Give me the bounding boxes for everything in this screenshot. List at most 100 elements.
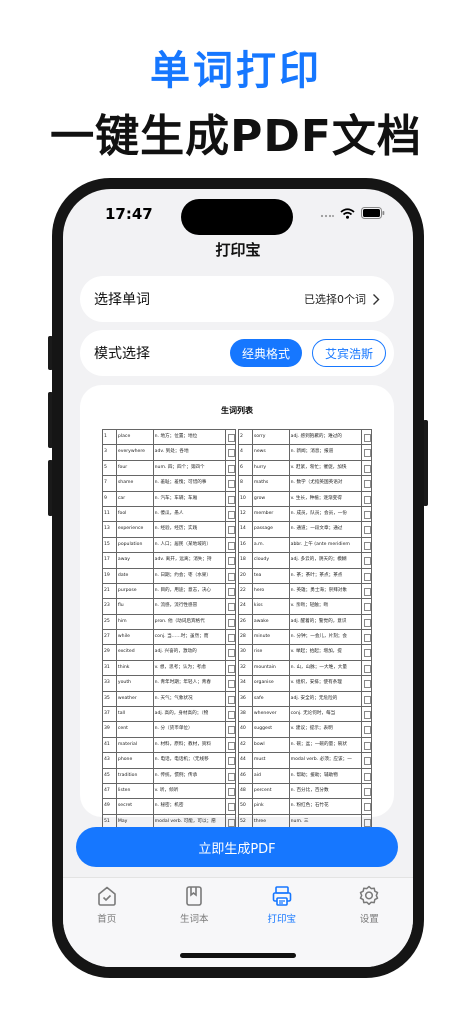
word-number: 41: [103, 737, 117, 753]
word-definition: n. 流感，流行性感冒: [154, 599, 227, 614]
preview-title: 生词列表: [221, 406, 253, 415]
word-checkbox: [362, 430, 372, 445]
select-words-row[interactable]: 选择单词 已选择0个词: [80, 276, 394, 322]
tab-wordbook-label: 生词本: [179, 914, 209, 925]
status-icons: [320, 207, 385, 219]
tab-settings-label: 设置: [359, 914, 379, 925]
word-number: 28: [239, 630, 253, 645]
word-checkbox: [226, 707, 236, 722]
word-row: 46 aid n. 帮助；援助；辅助物: [239, 768, 372, 784]
word-checkbox: [226, 676, 236, 691]
word-number: 4: [239, 445, 253, 460]
tab-print-label: 打印宝: [267, 914, 296, 925]
word-number: 15: [103, 537, 117, 553]
word-checkbox: [362, 676, 372, 691]
word-row: 40 suggest v. 建议；提示；表明: [239, 722, 372, 738]
word-text: must: [253, 753, 290, 768]
word-checkbox: [362, 491, 372, 506]
word-row: 15 population n. 人口；居民（某地域的）: [103, 537, 236, 554]
hero-title: 单词打印: [150, 48, 322, 94]
word-checkbox: [226, 460, 236, 476]
word-number: 47: [103, 783, 117, 799]
word-table-left: 1 place n. 地方；位置；地位 3 everywhere adv. 到处；各地 5 f…: [102, 429, 236, 831]
word-text: tall: [117, 707, 154, 722]
word-definition: v. 举起；抬起；增加，提: [290, 645, 363, 660]
word-text: grow: [253, 491, 290, 506]
word-definition: n. 新闻；消息；报道: [290, 445, 363, 460]
word-definition: n. 秘密；机密: [154, 799, 227, 814]
word-number: 26: [239, 614, 253, 630]
word-text: material: [117, 737, 154, 753]
word-definition: pron. 他（动词后宾格代: [154, 614, 227, 630]
wifi-icon: [340, 207, 355, 219]
word-number: 43: [103, 753, 117, 768]
word-checkbox: [226, 599, 236, 614]
word-row: 44 must modal verb. 必须；应该；一: [239, 753, 372, 769]
word-checkbox: [226, 660, 236, 676]
word-text: hero: [253, 583, 290, 599]
word-text: safe: [253, 691, 290, 707]
chevron-right-icon: [373, 293, 380, 305]
word-text: car: [117, 491, 154, 506]
word-text: listen: [117, 783, 154, 799]
word-definition: n. 人口；居民（某地域的）: [154, 537, 227, 553]
word-definition: n. 百分比，百分数: [290, 783, 363, 799]
word-definition: adj. 醒着的；警觉的，意识: [290, 614, 363, 630]
word-row: 24 kiss v. 亲吻；轻触；吻: [239, 599, 372, 615]
word-checkbox: [226, 568, 236, 583]
word-checkbox: [226, 783, 236, 799]
word-number: 22: [239, 583, 253, 599]
word-checkbox: [362, 783, 372, 799]
word-definition: n. 粉红色；石竹花: [290, 799, 363, 814]
word-number: 31: [103, 660, 117, 676]
word-definition: n. 地方；位置；地位: [154, 430, 227, 445]
word-row: 23 flu n. 流感，流行性感冒: [103, 599, 236, 615]
word-number: 23: [103, 599, 117, 614]
word-number: 44: [239, 753, 253, 768]
word-checkbox: [362, 630, 372, 645]
signal-icon: [320, 214, 334, 218]
word-row: 19 date n. 日期；约会；枣（水果）: [103, 568, 236, 584]
word-checkbox: [226, 737, 236, 753]
mode-option-ebbinghaus[interactable]: 艾宾浩斯: [311, 339, 386, 367]
tab-home[interactable]: 首页: [63, 878, 151, 967]
word-checkbox: [226, 799, 236, 814]
word-number: 2: [239, 430, 253, 445]
word-number: 20: [239, 568, 253, 583]
word-definition: n. 碗；盆；一碗的量；碗状: [290, 737, 363, 753]
word-text: fool: [117, 506, 154, 522]
word-definition: n. 通道；一段文章；通过: [290, 522, 363, 537]
word-checkbox: [226, 522, 236, 537]
word-row: 14 passage n. 通道；一段文章；通过: [239, 522, 372, 538]
word-text: awake: [253, 614, 290, 630]
word-number: 46: [239, 768, 253, 783]
word-text: a.m.: [253, 537, 290, 553]
word-definition: v. 想，思考；认为；考虑: [154, 660, 227, 676]
word-checkbox: [226, 445, 236, 460]
word-text: passage: [253, 522, 290, 537]
word-number: 34: [239, 676, 253, 691]
word-row: 49 secret n. 秘密；机密: [103, 799, 236, 815]
word-row: 42 bowl n. 碗；盆；一碗的量；碗状: [239, 737, 372, 754]
word-row: 8 maths n. 数学（尤指英国英语对: [239, 476, 372, 492]
word-number: 17: [103, 553, 117, 568]
word-checkbox: [226, 506, 236, 522]
word-row: 36 safe adj. 安全的；无危险的: [239, 691, 372, 708]
word-checkbox: [362, 737, 372, 753]
word-text: kiss: [253, 599, 290, 614]
dynamic-island: [181, 199, 293, 235]
word-checkbox: [362, 506, 372, 522]
word-definition: v. 生长，种植；逐渐变得: [290, 491, 363, 506]
word-number: 13: [103, 522, 117, 537]
word-checkbox: [362, 691, 372, 707]
tab-settings[interactable]: 设置: [326, 878, 414, 967]
word-text: suggest: [253, 722, 290, 737]
word-checkbox: [226, 753, 236, 768]
word-row: 30 rise v. 举起；抬起；增加，提: [239, 645, 372, 661]
word-checkbox: [226, 537, 236, 553]
mode-option-classic[interactable]: 经典格式: [229, 339, 302, 367]
word-checkbox: [362, 599, 372, 614]
generate-pdf-button[interactable]: 立即生成PDF: [76, 827, 398, 867]
word-checkbox: [362, 583, 372, 599]
word-text: phone: [117, 753, 154, 768]
